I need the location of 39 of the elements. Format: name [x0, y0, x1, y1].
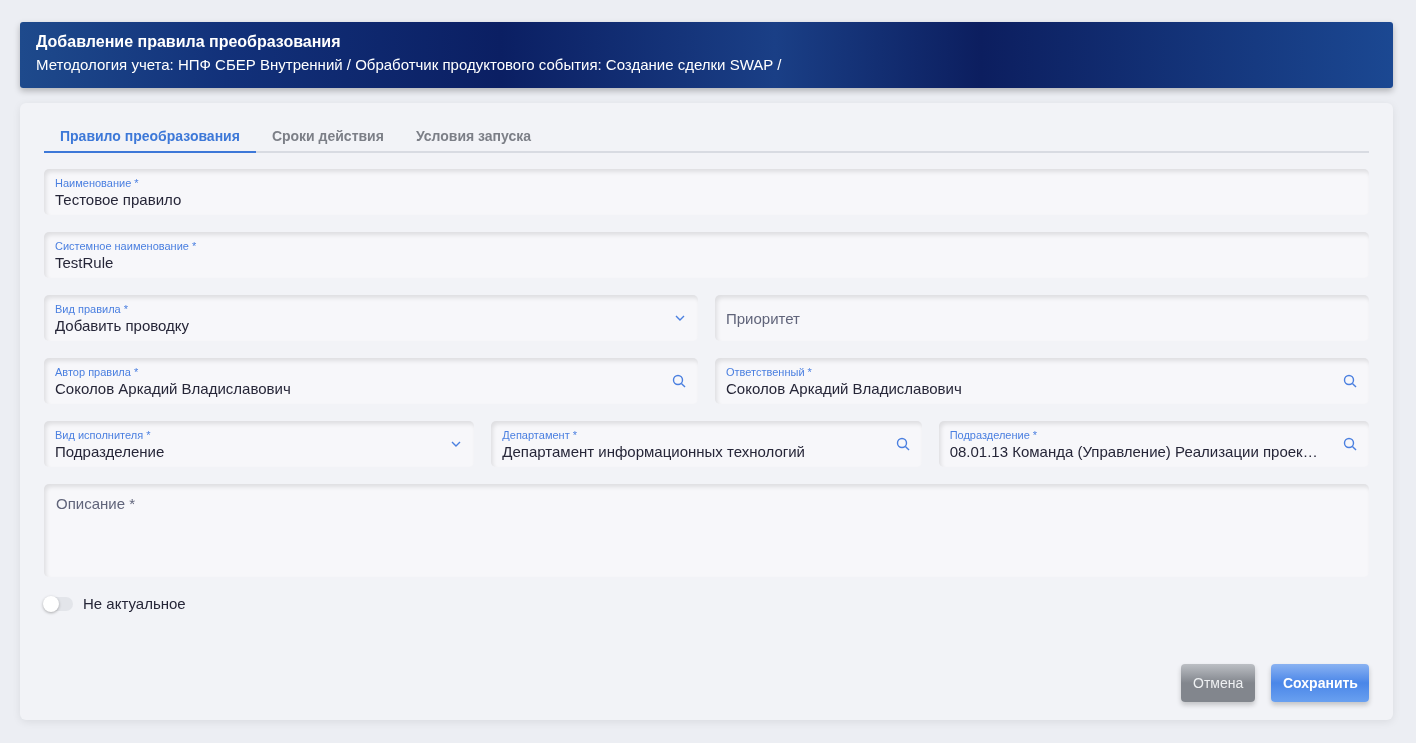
input-field[interactable]: Департамент * Департамент информационных технологий — [491, 421, 922, 467]
input-field[interactable]: Системное наименование * TestRule — [44, 232, 1369, 278]
input-field[interactable]: Вид правила * Добавить проводку — [44, 295, 698, 341]
field-label: Вид исполнителя * — [55, 428, 152, 441]
field-label: Системное наименование * — [55, 239, 198, 252]
description-field[interactable]: Описание * — [44, 484, 1369, 577]
search-icon[interactable] — [1343, 437, 1357, 451]
field-value: Соколов Аркадий Владиславович — [55, 379, 292, 397]
field-label: Подразделение * — [949, 428, 1039, 441]
field-value: Подразделение — [55, 442, 166, 460]
search-icon[interactable] — [895, 437, 910, 451]
input-field[interactable]: Ответственный * Соколов Аркадий Владиславович — [715, 358, 1369, 404]
search-icon[interactable] — [1343, 374, 1357, 388]
field-label: Автор правила * — [55, 365, 140, 378]
field-value: TestRule — [55, 253, 115, 271]
dialog-title: Добавление правила преобразования — [36, 33, 342, 51]
input-field[interactable]: Автор правила * Соколов Аркадий Владиславович — [44, 358, 698, 404]
field-value: Департамент информационных технологий — [502, 442, 806, 460]
field-label: Наименование * — [55, 176, 140, 189]
field-placeholder: Приоритет — [726, 309, 801, 327]
field-value: 08.01.13 Команда (Управление) Реализации проек… — [949, 442, 1319, 460]
field-label: Вид правила * — [55, 302, 129, 315]
input-field[interactable]: Приоритет — [715, 295, 1369, 341]
tab[interactable]: Правило преобразования — [44, 123, 256, 153]
field-value: Тестовое правило — [55, 190, 183, 208]
search-icon[interactable] — [672, 374, 686, 388]
breadcrumb: Методология учета: НПФ СБЕР Внутренний / Обработчик продуктового события: Создание сделки SWAP / — [36, 56, 783, 73]
tab[interactable]: Сроки действия — [255, 123, 400, 153]
tab[interactable]: Условия запуска — [399, 123, 548, 153]
toggle-label: Не актуальное — [83, 595, 186, 612]
input-field[interactable]: Подразделение * 08.01.13 Команда (Управление) Реализации проек… — [938, 421, 1369, 467]
field-label: Ответственный * — [726, 365, 813, 378]
input-field[interactable]: Наименование * Тестовое правило — [44, 169, 1369, 215]
field-label: Департамент * — [502, 428, 578, 441]
toggle-switch[interactable] — [44, 596, 73, 611]
field-value: Соколов Аркадий Владиславович — [726, 379, 963, 397]
field-value: Добавить проводку — [55, 316, 191, 334]
input-field[interactable]: Вид исполнителя * Подразделение — [44, 421, 475, 467]
field-placeholder: Описание * — [56, 495, 136, 512]
